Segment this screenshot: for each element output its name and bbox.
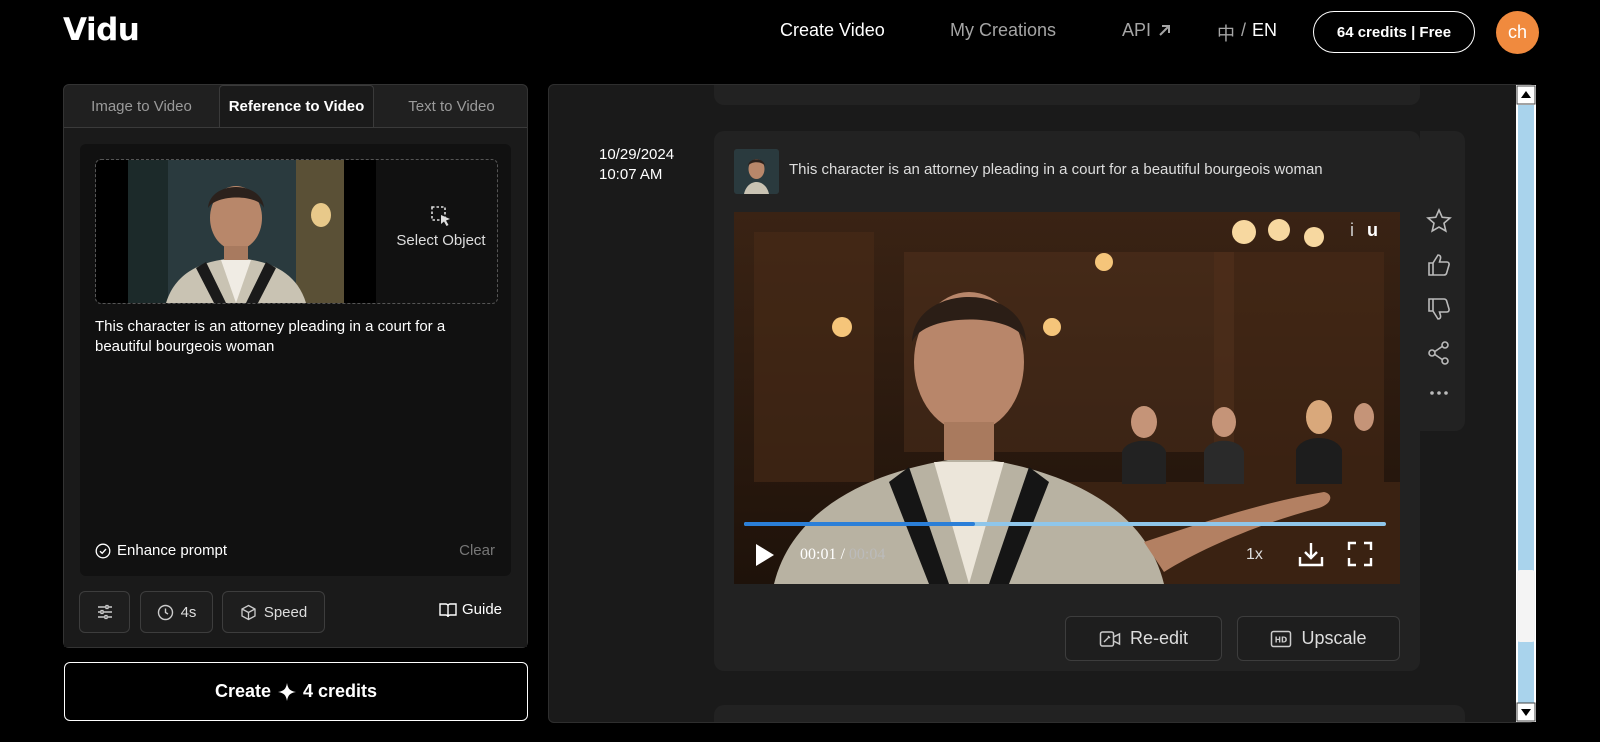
select-cursor-icon: [431, 206, 450, 226]
scrollbar-thumb[interactable]: [1517, 570, 1535, 642]
video-frame: [734, 212, 1400, 584]
cube-icon: [241, 604, 256, 620]
prompt-box: Select Object This character is an attor…: [80, 144, 511, 576]
play-icon[interactable]: [753, 542, 777, 568]
thumbs-down-icon[interactable]: [1426, 296, 1452, 322]
share-icon[interactable]: [1426, 340, 1452, 366]
nav-create-video[interactable]: Create Video: [780, 20, 885, 41]
settings-button[interactable]: [79, 591, 130, 633]
enhance-prompt-label: Enhance prompt: [117, 542, 228, 559]
scrollbar[interactable]: [1516, 85, 1536, 722]
lang-en[interactable]: EN: [1252, 20, 1277, 46]
previous-card: [714, 85, 1420, 105]
avatar[interactable]: ch: [1496, 11, 1539, 54]
top-bar: Vidu Create Video My Creations API 中 / E…: [0, 0, 1600, 66]
credits-button[interactable]: 64 credits | Free: [1313, 11, 1475, 53]
language-switch[interactable]: 中 / EN: [1217, 20, 1277, 46]
select-object-button[interactable]: Select Object: [386, 204, 496, 249]
time-current: 00:01: [800, 546, 837, 563]
check-circle-icon: [95, 543, 111, 558]
nav-api-label: API: [1122, 20, 1152, 40]
arrow-up-right-icon: [1159, 25, 1171, 36]
scroll-up-arrow-icon[interactable]: [1516, 85, 1536, 105]
star-icon[interactable]: [1426, 208, 1452, 234]
reference-image: [96, 160, 376, 303]
reference-thumbnail[interactable]: [734, 149, 779, 194]
logo[interactable]: Vidu: [63, 12, 140, 48]
sliders-icon: [97, 604, 112, 620]
reference-image-area[interactable]: Select Object: [95, 159, 498, 304]
generation-prompt: This character is an attorney pleading i…: [789, 161, 1323, 178]
upscale-label: Upscale: [1301, 628, 1367, 648]
download-icon[interactable]: [1297, 540, 1325, 568]
tab-reference-to-video[interactable]: Reference to Video: [219, 85, 374, 127]
tab-image-to-video[interactable]: Image to Video: [64, 85, 219, 127]
fullscreen-icon[interactable]: [1346, 540, 1374, 568]
time-sep: /: [840, 546, 845, 563]
hd-icon: HD: [1271, 630, 1292, 647]
generation-form: Image to Video Reference to Video Text t…: [63, 84, 528, 648]
guide-label: Guide: [462, 601, 503, 618]
generation-time: 10:07 AM: [599, 166, 663, 183]
select-object-label: Select Object: [396, 232, 486, 249]
tab-text-to-video[interactable]: Text to Video: [374, 85, 529, 127]
duration-label: 4s: [180, 603, 197, 621]
create-credits: 4 credits: [302, 681, 378, 701]
time-display: 00:01 / 00:04: [800, 546, 885, 564]
video-player[interactable]: i u 00:01 / 00:04 1x: [734, 212, 1400, 584]
svg-text:HD: HD: [1275, 635, 1288, 644]
tab-body: Select Object This character is an attor…: [64, 127, 527, 647]
video-edit-icon: [1099, 630, 1121, 647]
progress-bar[interactable]: [744, 522, 1386, 526]
duration-button[interactable]: 4s: [140, 591, 213, 633]
prompt-textarea[interactable]: This character is an attorney pleading i…: [95, 317, 500, 357]
generation-date: 10/29/2024: [599, 146, 675, 163]
speed-button[interactable]: Speed: [222, 591, 325, 633]
generation-timestamp: 10/29/2024 10:07 AM: [599, 145, 674, 185]
re-edit-label: Re-edit: [1129, 628, 1189, 648]
lang-separator: /: [1241, 20, 1247, 40]
book-icon: [439, 602, 457, 617]
re-edit-button[interactable]: Re-edit: [1065, 616, 1222, 661]
clear-button[interactable]: Clear: [459, 542, 495, 559]
watermark: i u: [1350, 220, 1378, 241]
create-button[interactable]: Create 4 credits: [64, 662, 528, 721]
nav-api[interactable]: API: [1122, 20, 1172, 41]
sparkle-icon: [277, 682, 296, 701]
enhance-prompt-toggle[interactable]: Enhance prompt: [95, 542, 227, 559]
playback-speed[interactable]: 1x: [1246, 546, 1263, 564]
next-card: [714, 705, 1465, 722]
speed-label: Speed: [263, 603, 308, 621]
card-side-actions: [1420, 131, 1465, 431]
more-icon[interactable]: [1426, 388, 1452, 398]
create-label: Create: [214, 681, 271, 701]
upscale-button[interactable]: HD Upscale: [1237, 616, 1400, 661]
guide-link[interactable]: Guide: [439, 601, 502, 618]
creations-feed: 10/29/2024 10:07 AM This character is an…: [548, 84, 1535, 723]
nav-my-creations[interactable]: My Creations: [950, 20, 1056, 41]
watermark-i: i: [1350, 220, 1354, 240]
scroll-down-arrow-icon[interactable]: [1516, 702, 1536, 722]
time-duration: 00:04: [848, 546, 886, 563]
progress-fill: [744, 522, 976, 526]
watermark-u: u: [1367, 220, 1379, 240]
thumbs-up-icon[interactable]: [1426, 252, 1452, 278]
mode-tabs: Image to Video Reference to Video Text t…: [64, 85, 527, 127]
lang-zh[interactable]: 中: [1217, 20, 1235, 46]
clock-icon: [157, 604, 173, 620]
